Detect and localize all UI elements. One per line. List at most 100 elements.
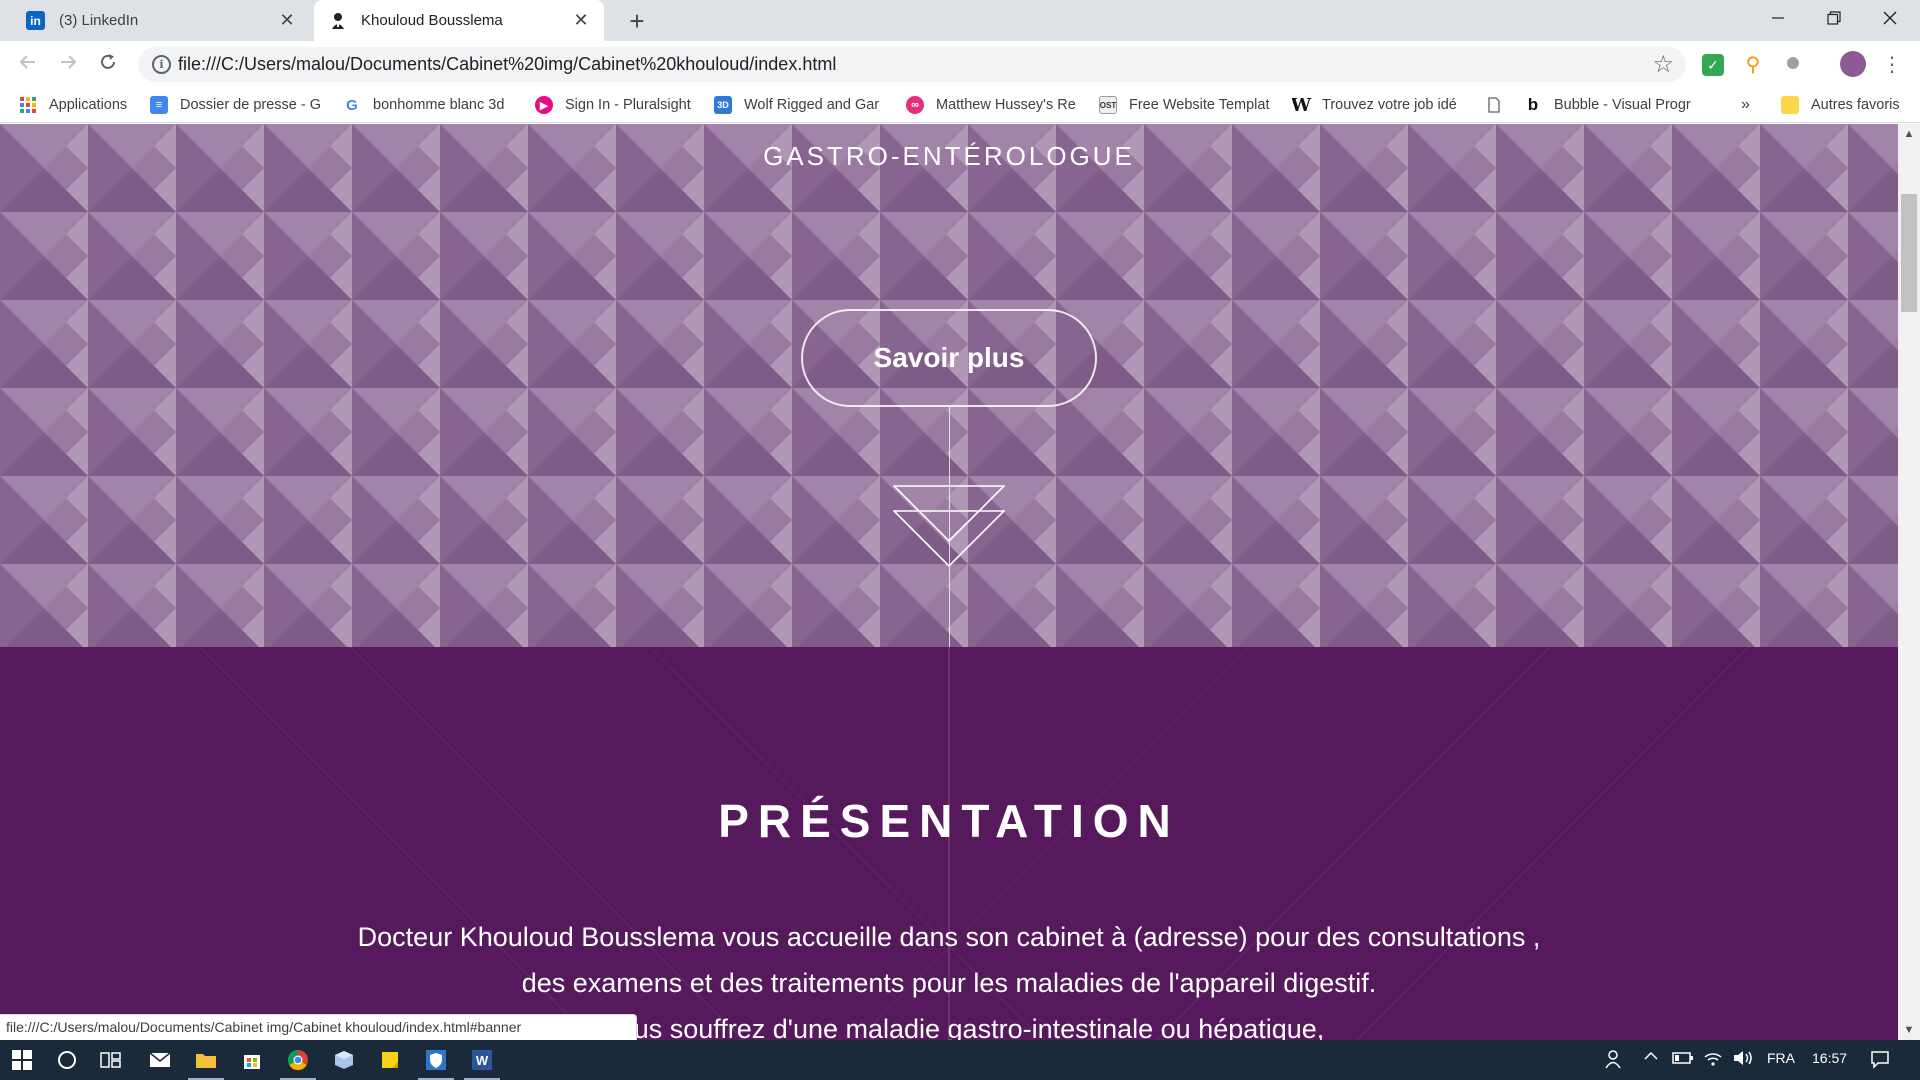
linkedin-icon: in <box>26 11 45 30</box>
matthew-hussey-icon: ∞ <box>906 96 924 114</box>
chrome-icon[interactable] <box>286 1048 310 1072</box>
security-icon[interactable] <box>424 1048 448 1072</box>
cortana-icon[interactable] <box>55 1048 79 1072</box>
bookmark-applications[interactable]: Applications <box>19 94 131 116</box>
bookmark-star-icon[interactable]: ☆ <box>1652 50 1674 79</box>
clock[interactable]: 16:57 <box>1812 1050 1847 1066</box>
file-explorer-icon[interactable] <box>194 1048 218 1072</box>
pluralsight-icon: ▶ <box>535 96 553 114</box>
tab-khouloud-bousslema[interactable]: Khouloud Bousslema ✕ <box>314 0 604 41</box>
scroll-down-icon[interactable]: ▼ <box>1898 1020 1920 1040</box>
savoir-plus-button[interactable]: Savoir plus <box>801 309 1097 407</box>
forward-arrow-icon <box>61 55 77 69</box>
profile-avatar[interactable] <box>1840 51 1866 77</box>
bookmark-label: bonhomme blanc 3d <box>373 97 505 113</box>
bookmark-page[interactable] <box>1485 94 1509 116</box>
bookmark-dossier-de-presse[interactable]: ≡ Dossier de presse - G <box>150 94 320 116</box>
bookmark-matthew-hussey[interactable]: ∞ Matthew Hussey's Re <box>906 94 1078 116</box>
scroll-up-icon[interactable]: ▲ <box>1898 124 1920 144</box>
bookmark-label: Trouvez votre job idé <box>1322 97 1457 113</box>
new-tab-button[interactable]: + <box>622 6 652 37</box>
bookmarks-overflow-button[interactable]: » <box>1741 94 1757 116</box>
svg-text:W: W <box>476 1053 489 1068</box>
tab-title: (3) LinkedIn <box>59 12 139 29</box>
bookmark-trouvez-votre-job[interactable]: W Trouvez votre job idé <box>1292 94 1464 116</box>
minimize-button[interactable] <box>1750 0 1806 41</box>
bookmark-label: Applications <box>49 97 128 113</box>
google-docs-icon: ≡ <box>150 96 168 114</box>
start-icon[interactable] <box>10 1048 34 1072</box>
notifications-icon[interactable] <box>1870 1049 1890 1072</box>
bookmark-free-website-templates[interactable]: OST Free Website Templat <box>1099 94 1271 116</box>
other-bookmarks-folder[interactable]: Autres favoris <box>1781 94 1911 116</box>
windows-taskbar: W FRA 16:57 <box>0 1040 1920 1080</box>
volume-icon[interactable] <box>1732 1049 1754 1070</box>
sticky-notes-icon[interactable] <box>378 1048 402 1072</box>
tab-strip: in (3) LinkedIn ✕ Khouloud Bousslema ✕ + <box>0 0 1920 41</box>
minimize-icon <box>1772 17 1784 19</box>
presentation-line: Docteur Khouloud Bousslema vous accueill… <box>357 922 1541 952</box>
forward-button[interactable] <box>53 50 83 80</box>
w-icon: W <box>1292 94 1312 116</box>
url-text[interactable]: file:///C:/Users/malou/Documents/Cabinet… <box>178 54 836 75</box>
grey-extension-icon[interactable] <box>1782 54 1804 76</box>
other-bookmarks-label: Autres favoris <box>1811 97 1900 113</box>
extension-green-icon[interactable]: ✓ <box>1702 54 1724 76</box>
3d-icon: 3D <box>714 96 732 114</box>
key-extension-icon[interactable]: ⚲ <box>1742 54 1764 76</box>
tab-title: Khouloud Bousslema <box>361 12 503 29</box>
word-icon[interactable]: W <box>470 1048 494 1072</box>
browser-toolbar: i file:///C:/Users/malou/Documents/Cabin… <box>0 41 1920 88</box>
page-scrollbar[interactable]: ▲ ▼ <box>1898 124 1920 1040</box>
bookmark-pluralsight[interactable]: ▶ Sign In - Pluralsight <box>535 94 695 116</box>
bookmark-label: Sign In - Pluralsight <box>565 97 691 113</box>
presentation-title: PRÉSENTATION <box>718 795 1180 847</box>
battery-icon[interactable] <box>1672 1050 1694 1069</box>
presentation-line: des examens et des traitements pour les … <box>521 968 1377 998</box>
close-icon <box>1883 11 1897 25</box>
bookmark-wolf-rigged[interactable]: 3D Wolf Rigged and Gar <box>714 94 886 116</box>
bubble-icon: b <box>1527 95 1539 114</box>
ost-icon: OST <box>1099 96 1117 114</box>
bookmark-label: Wolf Rigged and Gar <box>744 97 880 113</box>
box-app-icon[interactable] <box>332 1048 356 1072</box>
show-hidden-icons-chevron-icon[interactable] <box>1643 1048 1659 1069</box>
people-icon[interactable] <box>1605 1049 1625 1072</box>
google-icon: G <box>346 96 358 114</box>
bookmark-bonhomme-blanc[interactable]: G bonhomme blanc 3d <box>343 94 510 116</box>
task-view-icon[interactable] <box>99 1048 123 1072</box>
bookmark-label: Bubble - Visual Progr <box>1554 97 1691 113</box>
web-page: GASTRO-ENTÉROLOGUE Savoir plus PRÉSENTAT… <box>0 124 1898 1040</box>
address-bar[interactable]: i file:///C:/Users/malou/Documents/Cabin… <box>138 47 1686 82</box>
reload-button[interactable] <box>93 50 123 80</box>
scroll-down-arrow-icon[interactable] <box>893 485 1005 567</box>
back-button[interactable] <box>13 50 43 80</box>
restore-button[interactable] <box>1806 0 1862 41</box>
apps-grid-icon <box>19 96 37 114</box>
scroll-thumb[interactable] <box>1901 194 1917 312</box>
presentation-section: PRÉSENTATION Docteur Khouloud Bousslema … <box>0 647 1898 1040</box>
bookmark-label: Matthew Hussey's Re <box>936 97 1076 113</box>
input-language[interactable]: FRA <box>1767 1050 1795 1066</box>
bookmarks-bar: Applications ≡ Dossier de presse - G G b… <box>0 88 1920 123</box>
banner-section: GASTRO-ENTÉROLOGUE Savoir plus <box>0 124 1898 647</box>
link-status-bubble: file:///C:/Users/malou/Documents/Cabinet… <box>0 1014 637 1040</box>
menu-kebab-icon[interactable]: ⋮ <box>1881 54 1903 76</box>
info-icon[interactable]: i <box>152 55 171 74</box>
close-tab-icon[interactable]: ✕ <box>572 11 590 29</box>
banner-subtitle: GASTRO-ENTÉROLOGUE <box>763 141 1135 171</box>
bookmark-label: Dossier de presse - G <box>180 97 320 113</box>
store-icon[interactable] <box>240 1048 264 1072</box>
page-icon <box>1485 96 1503 114</box>
back-arrow-icon <box>19 55 35 69</box>
bookmark-bubble[interactable]: b Bubble - Visual Progr <box>1524 94 1696 116</box>
mail-icon[interactable] <box>148 1048 172 1072</box>
doctor-icon <box>328 11 347 30</box>
wifi-icon[interactable] <box>1703 1049 1723 1070</box>
folder-icon <box>1781 96 1799 114</box>
reload-icon <box>101 54 115 69</box>
tab-linkedin[interactable]: in (3) LinkedIn ✕ <box>12 0 310 41</box>
restore-icon <box>1827 11 1841 25</box>
close-window-button[interactable] <box>1862 0 1918 41</box>
close-tab-icon[interactable]: ✕ <box>278 11 296 29</box>
